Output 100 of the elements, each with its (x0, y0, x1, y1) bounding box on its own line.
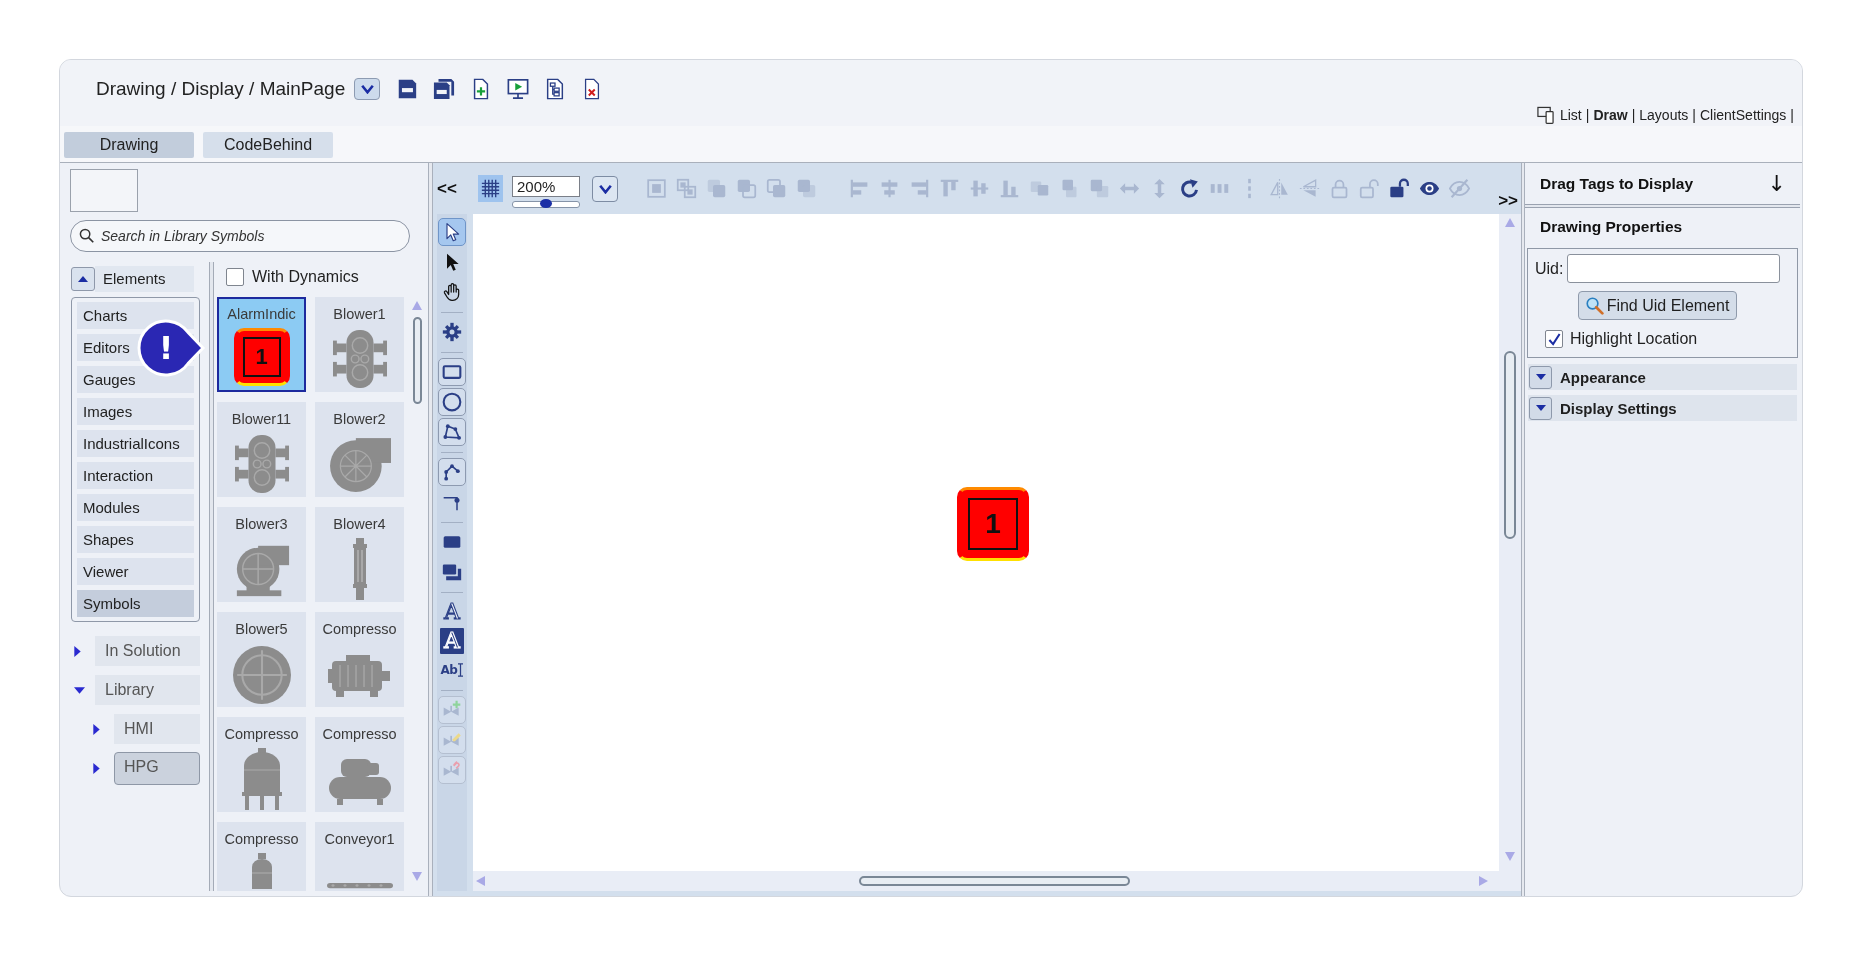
caret-right-icon[interactable] (93, 723, 100, 735)
symbol-tile[interactable]: Blower5 (217, 612, 306, 707)
category-item[interactable]: Modules (77, 494, 194, 521)
tool-button[interactable] (438, 388, 466, 416)
symbol-label: AlarmIndic (227, 305, 296, 323)
symbol-tile[interactable]: Blower1 (315, 297, 404, 392)
symbol-label: Blower11 (231, 410, 292, 428)
tool-button[interactable] (438, 458, 466, 486)
expand-button[interactable] (1529, 396, 1552, 420)
link-separator: | (1631, 107, 1636, 123)
field-label: Uid: (1535, 259, 1564, 278)
category-item[interactable]: Images (77, 398, 194, 425)
grid-toggle[interactable] (478, 175, 503, 202)
checkbox[interactable] (226, 268, 244, 286)
save-icon[interactable] (396, 78, 419, 100)
checkbox[interactable] (1545, 330, 1563, 348)
category-item[interactable]: IndustrialIcons (77, 430, 194, 457)
conveyor-icon (326, 882, 393, 889)
symbol-tile[interactable]: Compresso (217, 717, 306, 812)
scroll-up-icon[interactable] (412, 301, 422, 310)
symbol-tile[interactable]: Blower4 (315, 507, 404, 602)
expand-button[interactable] (1529, 365, 1552, 389)
category-item[interactable]: Interaction (77, 462, 194, 489)
symbol-tile[interactable]: Blower3 (217, 507, 306, 602)
symbol-label: Blower3 (235, 515, 288, 533)
expand-right-button[interactable]: >> (1498, 191, 1521, 214)
down-arrow-button[interactable]: ↓ (1767, 172, 1786, 195)
tab[interactable]: Drawing (64, 132, 194, 158)
tool-button[interactable]: A (438, 598, 466, 626)
symbol-tile[interactable]: Compresso (315, 717, 404, 812)
slider-thumb[interactable] (540, 198, 552, 208)
view-link[interactable]: Layouts (1639, 107, 1689, 123)
scroll-up-icon[interactable] (1505, 218, 1515, 227)
breadcrumb-title: Drawing / Display / MainPage (96, 78, 346, 100)
search-field[interactable]: Search in Library Symbols (70, 220, 410, 252)
dropdown-button[interactable] (592, 175, 618, 202)
zoom-slider[interactable] (512, 200, 580, 208)
tank-icon (239, 748, 284, 810)
caret-right-icon[interactable] (74, 645, 81, 657)
symbol-tile[interactable]: Compresso (315, 612, 404, 707)
collapse-button[interactable] (71, 267, 95, 291)
tab[interactable]: CodeBehind (203, 132, 333, 158)
tree-item[interactable]: HPG (114, 751, 200, 785)
symbol-tile[interactable]: Blower11 (217, 402, 306, 497)
scroll-down-icon[interactable] (412, 872, 422, 881)
tree-item[interactable]: HMI (114, 714, 200, 744)
link-separator: | (1790, 107, 1794, 123)
save-all-icon[interactable] (433, 78, 456, 100)
polygon-icon (442, 422, 462, 442)
symbol-tile[interactable]: Compresso (217, 822, 306, 891)
symbol-tile[interactable]: Conveyor1 (315, 822, 404, 891)
category-item[interactable]: Shapes (77, 526, 194, 553)
find-uid-button[interactable]: Find Uid Element (1578, 291, 1737, 320)
category-item[interactable]: Symbols (77, 590, 194, 617)
symbol-tile[interactable]: AlarmIndic 1 (217, 297, 306, 392)
view-link[interactable]: Draw (1593, 107, 1628, 123)
checkbox-label: Highlight Location (1570, 330, 1698, 348)
tree-item[interactable]: Library (95, 675, 200, 705)
caret-right-icon[interactable] (93, 762, 100, 774)
search-icon (79, 228, 94, 243)
unlocked-padlock-icon[interactable] (1389, 178, 1410, 199)
devices-icon (1536, 106, 1554, 124)
callout-tooltip: ! (136, 318, 206, 378)
caret-down-icon[interactable] (74, 686, 85, 694)
tool-button[interactable] (438, 358, 466, 386)
preview-frame (70, 169, 138, 212)
view-link[interactable]: ClientSettings (1699, 107, 1787, 123)
dropdown-button[interactable] (354, 78, 381, 100)
symbol-label: Blower5 (235, 620, 288, 638)
category-item[interactable]: Charts (77, 302, 194, 329)
scroll-down-icon[interactable] (1505, 852, 1515, 861)
polyline-icon (442, 462, 462, 482)
magnifier-icon (1585, 296, 1604, 315)
scrollbar-thumb[interactable] (859, 876, 1130, 886)
panel-title: Drag Tags to Display (1540, 174, 1694, 193)
scroll-right-icon[interactable] (1479, 876, 1488, 886)
section-title: Display Settings (1560, 399, 1677, 417)
link-separator: | (1692, 107, 1696, 123)
collapse-left-button[interactable]: << (437, 176, 465, 201)
symbol-label: Blower4 (333, 515, 386, 533)
uid-field[interactable] (1567, 254, 1781, 283)
symbol-label: Compresso (224, 830, 299, 848)
symbol-tile[interactable]: Blower2 (315, 402, 404, 497)
tool-button[interactable] (438, 218, 466, 246)
tree-item[interactable]: In Solution (95, 636, 200, 666)
rotate-icon[interactable] (1179, 178, 1200, 199)
scrollbar-thumb[interactable] (412, 317, 422, 404)
hand-icon (442, 282, 462, 302)
zoom-field[interactable]: 200% (512, 175, 580, 197)
tool-button[interactable]: A (440, 628, 464, 654)
category-item[interactable]: Viewer (77, 558, 194, 585)
view-link[interactable]: List (1559, 107, 1582, 123)
monitor-play-icon[interactable] (507, 78, 530, 100)
symbol-label: Blower2 (333, 410, 386, 428)
tool-button[interactable]: Ab (438, 656, 466, 684)
tool-button[interactable] (438, 418, 466, 446)
link-separator: | (1585, 107, 1590, 123)
blower-icon (332, 328, 387, 390)
scrollbar-thumb[interactable] (1504, 351, 1516, 539)
scroll-left-icon[interactable] (476, 876, 485, 886)
